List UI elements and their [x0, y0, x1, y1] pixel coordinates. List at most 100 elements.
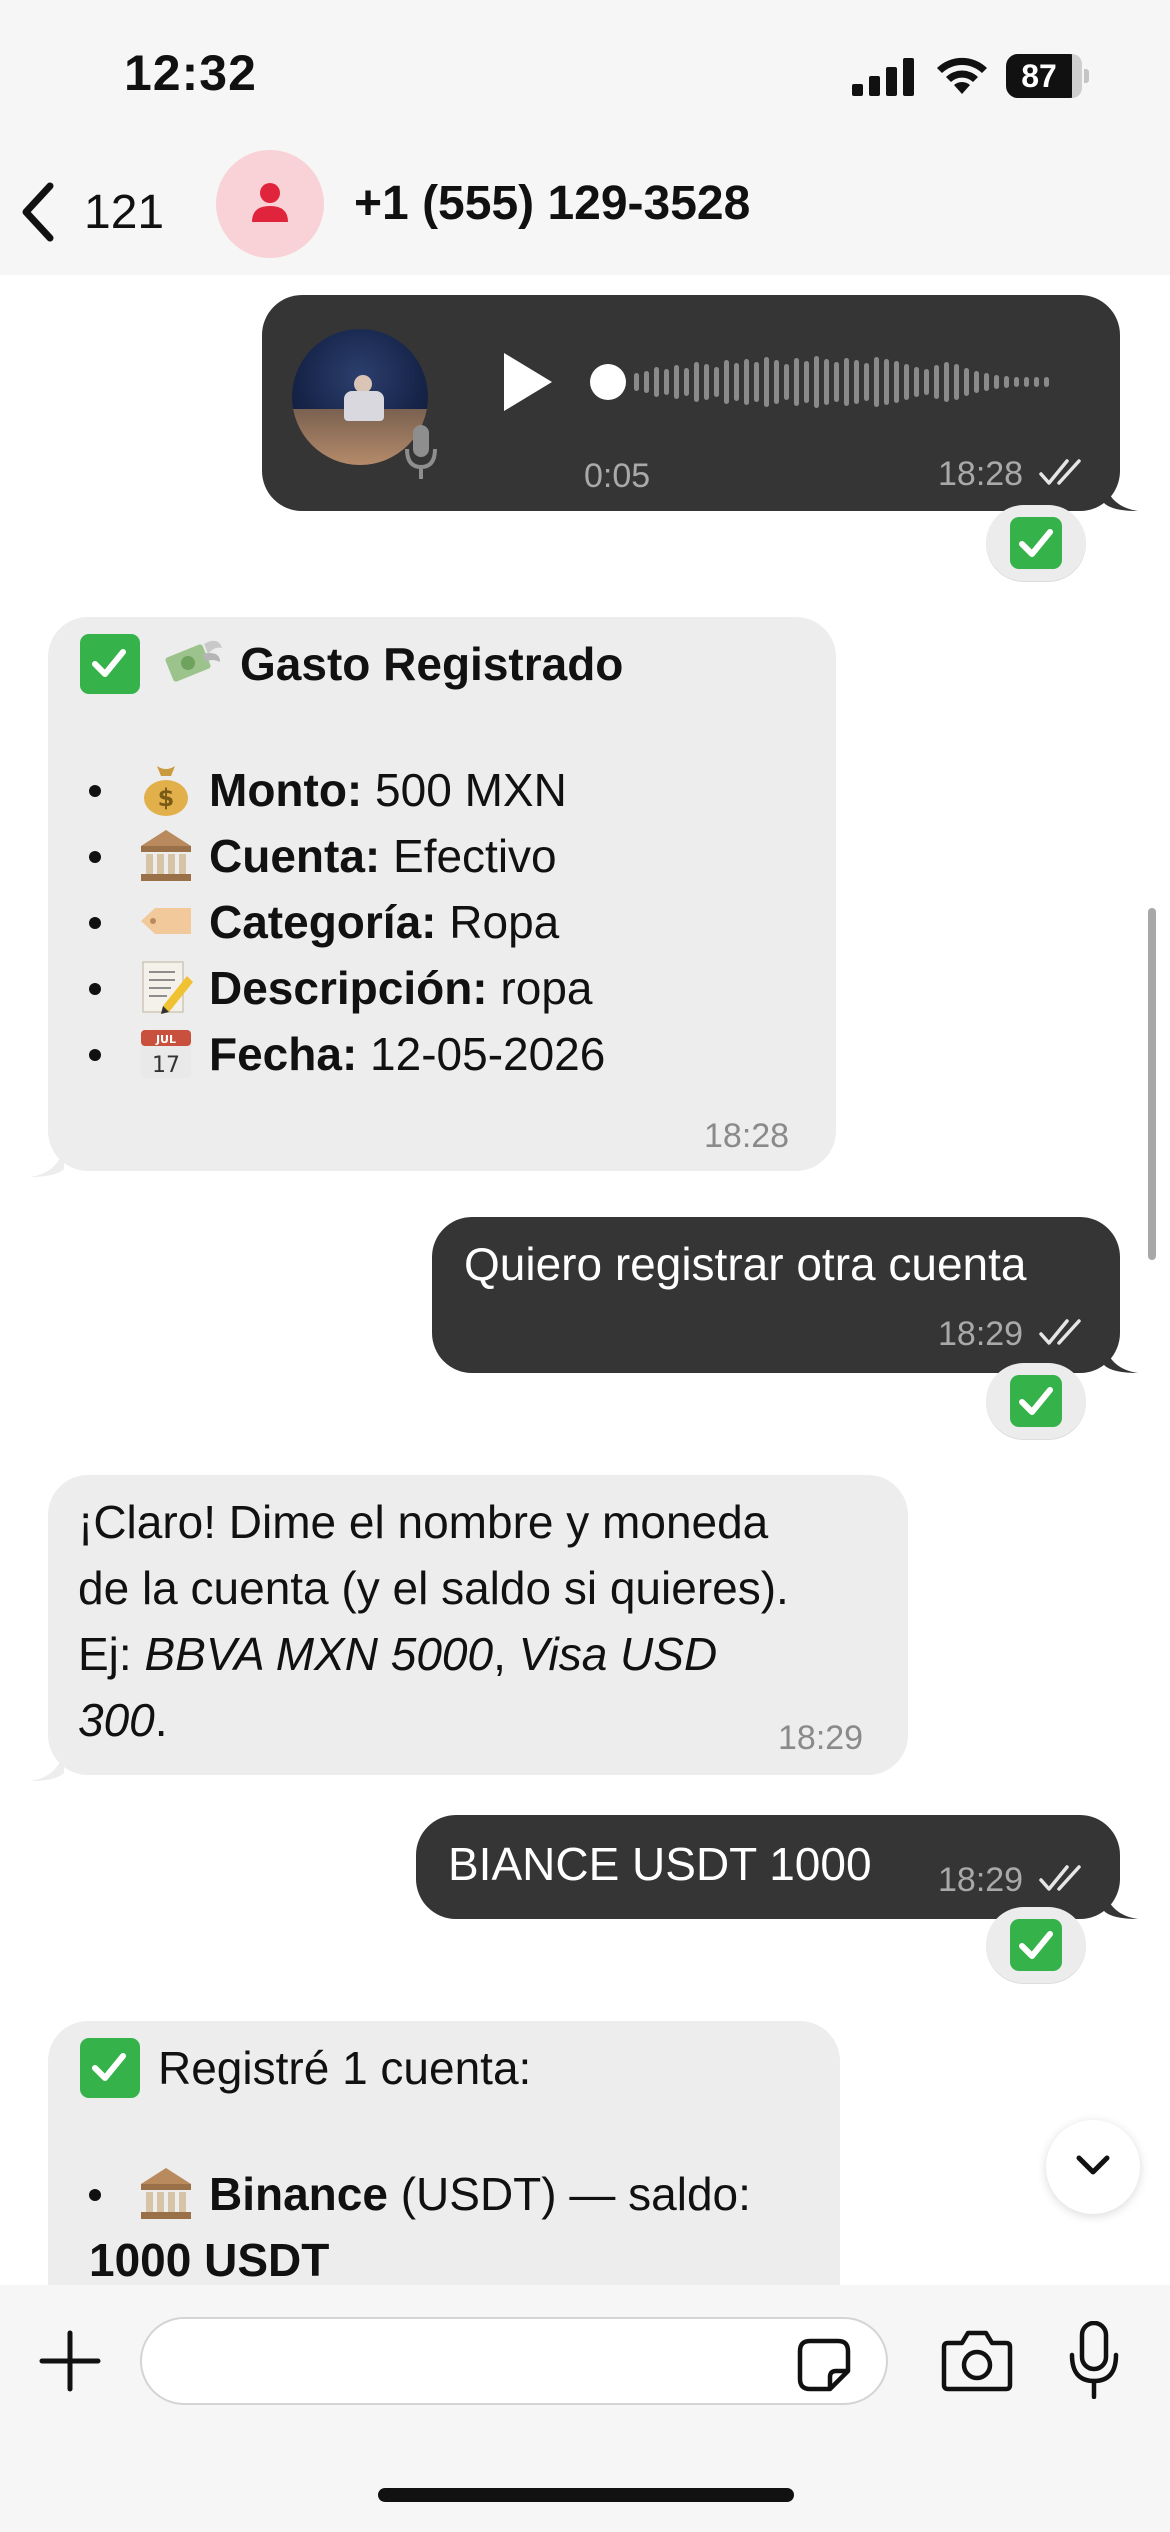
expense-detail-item: Categoría: Ropa: [89, 889, 605, 955]
chevron-left-icon: [22, 182, 54, 242]
waveform-bar: [844, 358, 849, 406]
waveform-bar: [854, 360, 859, 404]
svg-text:17: 17: [152, 1053, 180, 1078]
expense-title: Gasto Registrado: [240, 638, 624, 690]
waveform-bar: [904, 364, 909, 400]
message-time: 18:29: [938, 1861, 1087, 1900]
detail-label: Categoría:: [209, 896, 437, 948]
scroll-to-bottom-button[interactable]: [1046, 2120, 1140, 2214]
waveform-bar: [964, 368, 969, 396]
expense-details-list: $ Monto: 500 MXN Cuenta: Efectivo Categoría…: [89, 757, 605, 1087]
voice-message-bubble[interactable]: 0:05 18:28: [262, 295, 1120, 511]
money-bag-emoji: $: [137, 760, 195, 818]
expense-detail-item: JUL 17 Fecha: 12-05-2026: [89, 1021, 605, 1087]
status-time: 12:32: [124, 45, 257, 101]
detail-label: Descripción:: [209, 962, 488, 1014]
message-line: de la cuenta (y el saldo si quieres).: [78, 1562, 789, 1614]
expense-detail-item: Cuenta: Efectivo: [89, 823, 605, 889]
scroll-indicator[interactable]: [1148, 908, 1156, 1260]
detail-label: Monto:: [209, 764, 363, 816]
waveform-bar: [764, 357, 769, 407]
bubble-tail: [30, 1751, 64, 1781]
sticker-icon[interactable]: [796, 2337, 852, 2393]
waveform-bar: [1004, 376, 1009, 388]
plus-icon[interactable]: [38, 2329, 102, 2393]
bubble-tail: [1104, 1343, 1138, 1373]
message-fragment: ,: [493, 1628, 519, 1680]
account-confirmation-bubble[interactable]: Registré 1 cuenta: Binance (USDT) — sald…: [48, 2021, 840, 2321]
waveform-bar: [664, 369, 669, 395]
check-mark-emoji: [1010, 517, 1062, 569]
detail-value: 500 MXN: [362, 764, 567, 816]
reaction-badge[interactable]: [986, 505, 1086, 581]
waveform-bar: [714, 367, 719, 397]
bullet-dot: [89, 917, 101, 929]
waveform-bar: [784, 364, 789, 400]
waveform-bar: [974, 371, 979, 393]
check-mark-emoji: [80, 2038, 140, 2098]
incoming-message-bubble[interactable]: ¡Claro! Dime el nombre y moneda de la cu…: [48, 1475, 908, 1775]
detail-value: Ropa: [436, 896, 560, 948]
message-line: 300.: [78, 1687, 789, 1753]
detail-value: ropa: [487, 962, 593, 1014]
play-icon[interactable]: [496, 349, 556, 415]
expense-message-bubble[interactable]: Gasto Registrado $ Monto: 500 MXN Cuenta: …: [48, 617, 836, 1171]
waveform-bar: [654, 367, 659, 397]
signal-icon: [852, 58, 914, 96]
example-text: BBVA MXN 5000: [144, 1628, 494, 1680]
wifi-icon: [937, 57, 987, 94]
message-time-text: 18:28: [938, 455, 1024, 493]
waveform-bar: [804, 361, 809, 403]
waveform-bar: [724, 360, 729, 404]
home-indicator[interactable]: [378, 2488, 794, 2502]
reaction-badge[interactable]: [986, 1907, 1086, 1983]
waveform-bar: [864, 363, 869, 401]
account-detail: (USDT) — saldo:: [387, 2168, 751, 2220]
reaction-badge[interactable]: [986, 1363, 1086, 1439]
message-time-text: 18:29: [938, 1861, 1024, 1899]
waveform-bar: [824, 359, 829, 405]
audio-waveform[interactable]: [590, 337, 1060, 427]
waveform-bar: [994, 375, 999, 389]
example-text: 300: [78, 1694, 155, 1746]
contact-name[interactable]: +1 (555) 129-3528: [354, 176, 750, 231]
message-input[interactable]: [140, 2317, 888, 2405]
detail-label: Cuenta:: [209, 830, 381, 882]
outgoing-message-bubble[interactable]: Quiero registrar otra cuenta 18:29: [432, 1217, 1120, 1373]
contact-avatar[interactable]: [216, 150, 324, 258]
outgoing-message-bubble[interactable]: BIANCE USDT 1000 18:29: [416, 1815, 1120, 1919]
message-line: Ej: BBVA MXN 5000, Visa USD: [78, 1621, 789, 1687]
waveform-bar: [894, 361, 899, 403]
voice-duration: 0:05: [584, 457, 651, 495]
waveform-bar: [1024, 377, 1029, 387]
message-time: 18:28: [938, 455, 1087, 494]
bullet-dot: [89, 851, 101, 863]
microphone-icon: [405, 425, 437, 479]
waveform-bar: [924, 369, 929, 395]
waveform-bar: [944, 362, 949, 402]
microphone-icon[interactable]: [1068, 2321, 1120, 2399]
waveform-bar: [744, 359, 749, 405]
double-check-icon: [1038, 1865, 1081, 1891]
chat-area[interactable]: 0:05 18:28 Gasto Registrado $ Monto: 500…: [0, 275, 1170, 2321]
camera-icon[interactable]: [940, 2329, 1014, 2393]
message-text: ¡Claro! Dime el nombre y moneda de la cu…: [78, 1489, 789, 1753]
waveform-bar: [934, 365, 939, 399]
back-button[interactable]: 121: [18, 172, 164, 252]
waveform-bar: [684, 368, 689, 396]
waveform-bar: [884, 359, 889, 405]
chevron-down-icon: [1076, 2155, 1110, 2175]
check-mark-emoji: [1010, 1375, 1062, 1427]
svg-text:$: $: [158, 784, 175, 812]
tag-emoji: [137, 892, 195, 950]
bullet-dot: [89, 1049, 101, 1061]
confirmation-title: Registré 1 cuenta:: [158, 2042, 532, 2094]
double-check-icon: [1038, 459, 1081, 485]
bubble-tail: [30, 1147, 64, 1177]
calendar-emoji: JUL 17: [137, 1024, 195, 1082]
message-text: BIANCE USDT 1000: [448, 1838, 872, 1890]
account-list-item: Binance (USDT) — saldo:: [89, 2161, 751, 2227]
money-with-wings-emoji: [165, 640, 222, 682]
waveform-bar: [984, 373, 989, 391]
waveform-bar: [834, 362, 839, 402]
